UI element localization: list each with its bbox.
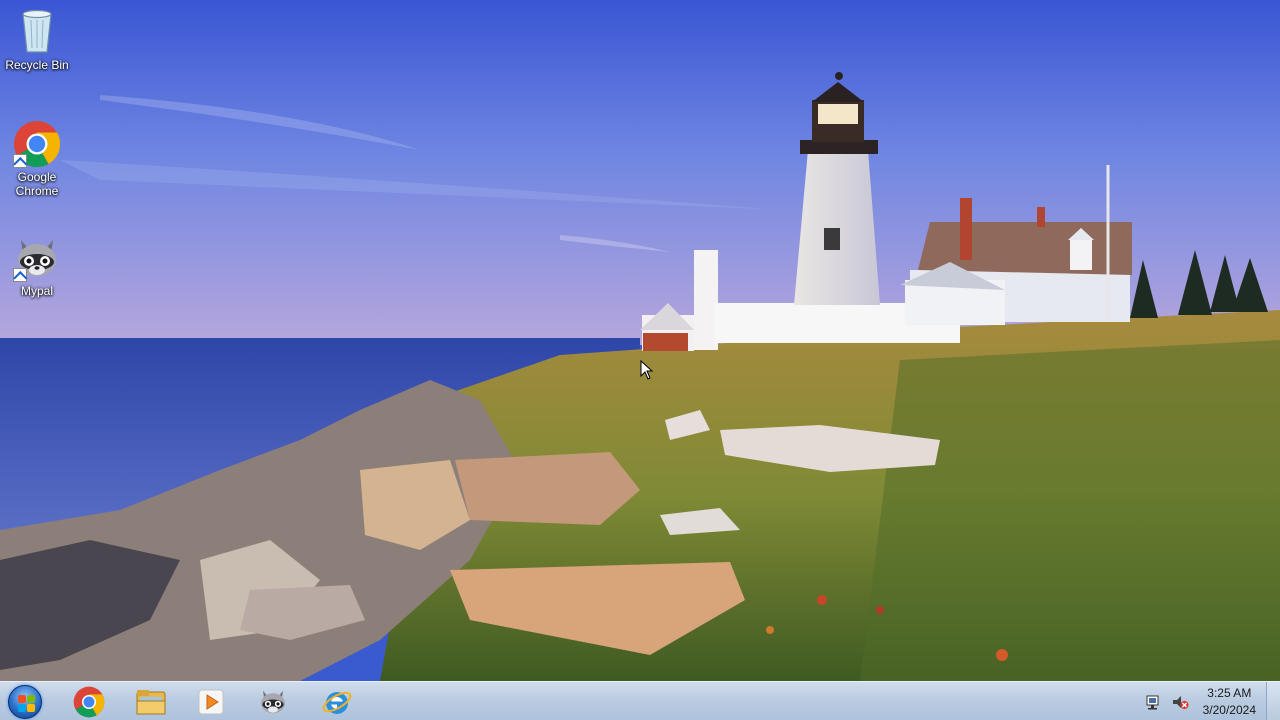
shortcut-arrow-icon — [13, 268, 27, 282]
taskbar-button-internet-explorer[interactable] — [308, 684, 366, 719]
desktop-icon-recycle-bin[interactable]: Recycle Bin — [0, 8, 74, 72]
start-button[interactable] — [4, 683, 46, 720]
mouse-cursor-icon — [640, 360, 654, 380]
windows-logo-icon — [8, 684, 42, 719]
taskbar-button-chrome[interactable] — [60, 684, 118, 719]
desktop-wallpaper — [0, 0, 1280, 681]
taskbar-clock[interactable]: 3:25 AM 3/20/2024 — [1197, 685, 1264, 719]
system-tray: 3:25 AM 3/20/2024 — [1145, 682, 1264, 720]
taskbar-button-media-player[interactable] — [182, 684, 240, 719]
taskbar: 3:25 AM 3/20/2024 — [0, 681, 1280, 720]
desktop-icon-label: Recycle Bin — [5, 58, 69, 72]
mypal-raccoon-icon — [261, 690, 285, 713]
clock-date: 3/20/2024 — [1202, 702, 1256, 717]
recycle-bin-icon — [13, 8, 61, 56]
shortcut-arrow-icon — [13, 154, 27, 168]
desktop-icon-label: Google Chrome — [15, 170, 59, 198]
clock-time: 3:25 AM — [1207, 685, 1252, 700]
folder-icon — [136, 689, 166, 714]
show-desktop-button[interactable] — [1266, 682, 1280, 720]
chrome-icon — [13, 120, 61, 168]
desktop-icon-label: Mypal — [20, 284, 53, 298]
volume-muted-icon[interactable] — [1171, 693, 1189, 711]
media-player-icon — [198, 689, 224, 714]
taskbar-button-mypal[interactable] — [244, 684, 302, 719]
taskbar-button-explorer[interactable] — [122, 684, 180, 719]
desktop-icon-mypal[interactable]: Mypal — [0, 234, 74, 298]
desktop-icon-google-chrome[interactable]: Google Chrome — [0, 120, 74, 198]
mypal-raccoon-icon — [13, 234, 61, 282]
internet-explorer-icon — [322, 691, 352, 714]
chrome-icon — [73, 686, 105, 717]
network-icon[interactable] — [1145, 693, 1163, 711]
